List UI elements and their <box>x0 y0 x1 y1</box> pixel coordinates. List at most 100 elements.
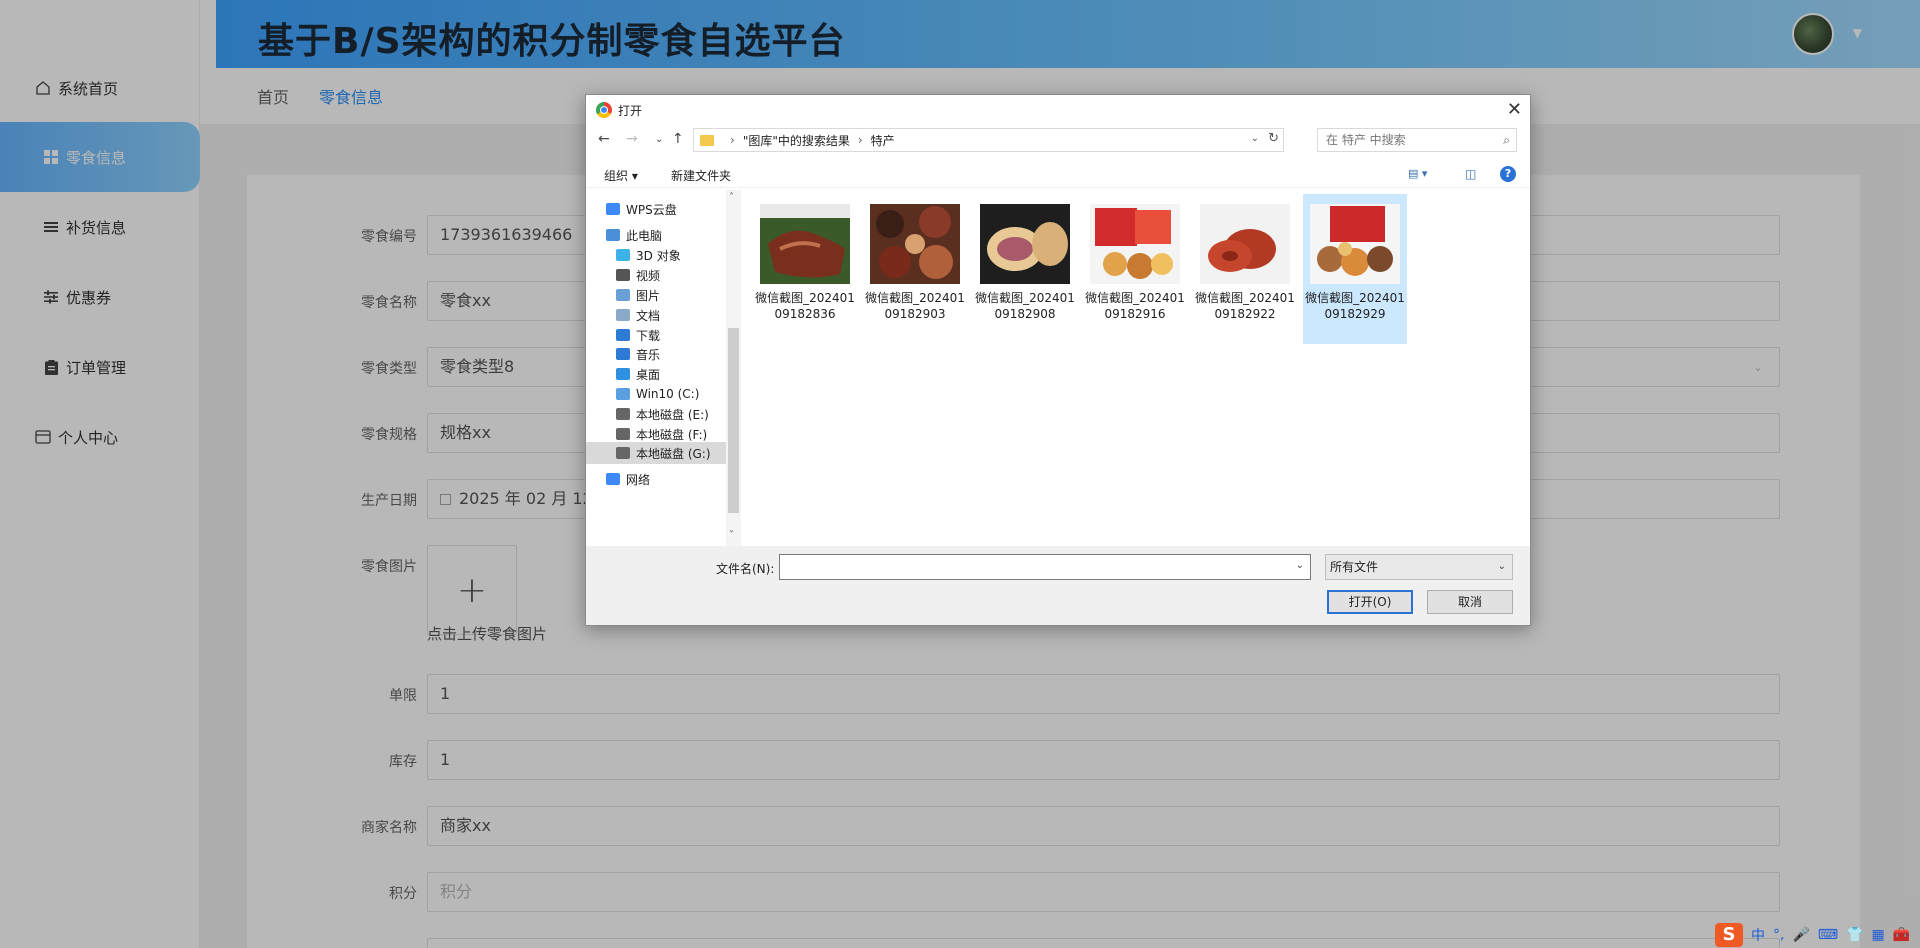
nav-item-label: 网络 <box>626 472 651 487</box>
help-icon[interactable]: ? <box>1500 166 1516 182</box>
nav-pane-item[interactable]: WPS云盘 <box>586 198 726 220</box>
dialog-title: 打开 <box>618 103 643 118</box>
scroll-down-icon[interactable]: ˅ <box>729 530 734 541</box>
forward-arrow-icon[interactable]: → <box>626 131 638 147</box>
ime-mode-toggle[interactable]: 中 <box>1751 925 1765 945</box>
nav-item-icon <box>616 428 630 440</box>
nav-pane-item[interactable]: 文档 <box>586 304 726 326</box>
file-thumbnail <box>1310 204 1400 284</box>
nav-item-icon <box>616 309 630 321</box>
recent-dropdown-icon[interactable]: ⌄ <box>655 134 663 145</box>
nav-pane-item[interactable]: Win10 (C:) <box>586 383 726 405</box>
nav-item-icon <box>616 408 630 420</box>
file-name: 微信截图_20240109182916 <box>1085 291 1185 321</box>
dialog-toolbar: 组织 ▾ 新建文件夹 ▤ ▾ ◫ ? <box>586 160 1530 188</box>
nav-pane-item[interactable]: 本地磁盘 (E:) <box>586 403 726 425</box>
nav-scrollbar[interactable]: ˄ ˅ <box>726 190 741 546</box>
file-name: 微信截图_20240109182836 <box>755 291 855 321</box>
file-thumbnail <box>980 204 1070 284</box>
nav-item-icon <box>606 229 620 241</box>
filetype-value: 所有文件 <box>1330 560 1379 574</box>
nav-item-icon <box>616 388 630 400</box>
nav-item-label: 音乐 <box>636 347 661 362</box>
chevron-down-icon[interactable]: ⌄ <box>1251 133 1259 144</box>
file-item[interactable]: 微信截图_20240109182908 <box>973 194 1077 344</box>
preview-pane-icon[interactable]: ◫ <box>1465 167 1476 181</box>
organize-button[interactable]: 组织 ▾ <box>604 167 638 184</box>
dialog-titlebar: 打开 ✕ <box>586 95 1530 125</box>
nav-item-label: 视频 <box>636 268 661 283</box>
path-separator-icon: › <box>857 133 863 147</box>
file-name: 微信截图_20240109182929 <box>1305 291 1405 321</box>
path-separator-icon: › <box>730 133 735 147</box>
nav-pane-item[interactable]: 桌面 <box>586 363 726 385</box>
file-thumbnail <box>760 204 850 284</box>
close-icon[interactable]: ✕ <box>1507 99 1522 120</box>
file-item[interactable]: 微信截图_20240109182922 <box>1193 194 1297 344</box>
scroll-up-icon[interactable]: ˄ <box>729 192 734 203</box>
up-arrow-icon[interactable]: ↑ <box>672 131 684 147</box>
sogou-ime-logo[interactable]: S <box>1715 922 1743 947</box>
toolbox-icon[interactable]: 🧰 <box>1893 927 1910 943</box>
nav-pane-item[interactable]: 图片 <box>586 284 726 306</box>
file-open-dialog: 打开 ✕ ← → ⌄ ↑ › "图库"中的搜索结果 › 特产 ⌄ ↻ 在 特产 … <box>585 94 1531 626</box>
nav-pane-item[interactable]: 本地磁盘 (G:) <box>586 442 726 464</box>
nav-item-label: 本地磁盘 (F:) <box>636 427 708 442</box>
nav-item-label: WPS云盘 <box>626 202 677 217</box>
skin-icon[interactable]: 👕 <box>1846 927 1863 943</box>
file-item-selected[interactable]: 微信截图_20240109182929 <box>1303 194 1407 344</box>
nav-item-label: 图片 <box>636 288 661 303</box>
chevron-down-icon[interactable]: ⌄ <box>1296 560 1304 571</box>
grid-icon[interactable]: ▦ <box>1872 927 1885 943</box>
nav-item-label: 此电脑 <box>626 228 663 243</box>
nav-item-icon <box>616 447 630 459</box>
keyboard-icon[interactable]: ⌨ <box>1818 927 1838 943</box>
chevron-down-icon: ⌄ <box>1497 561 1506 572</box>
nav-item-label: 本地磁盘 (E:) <box>636 407 709 422</box>
dialog-navbar: ← → ⌄ ↑ › "图库"中的搜索结果 › 特产 ⌄ ↻ 在 特产 中搜索 ⌕ <box>586 128 1530 154</box>
address-bar[interactable]: › "图库"中的搜索结果 › 特产 ⌄ ↻ <box>693 128 1284 152</box>
scroll-thumb[interactable] <box>728 328 739 513</box>
nav-item-icon <box>616 269 630 281</box>
open-button[interactable]: 打开(O) <box>1327 590 1413 614</box>
file-item[interactable]: 微信截图_20240109182916 <box>1083 194 1187 344</box>
view-mode-icon[interactable]: ▤ ▾ <box>1408 167 1427 180</box>
file-item[interactable]: 微信截图_20240109182903 <box>863 194 967 344</box>
refresh-icon[interactable]: ↻ <box>1268 131 1279 146</box>
search-placeholder: 在 特产 中搜索 <box>1326 133 1406 147</box>
search-icon: ⌕ <box>1503 133 1510 147</box>
nav-pane-item[interactable]: 此电脑 <box>586 224 726 246</box>
nav-pane-item[interactable]: 网络 <box>586 468 726 490</box>
nav-item-icon <box>616 249 630 261</box>
nav-pane-item[interactable]: 3D 对象 <box>586 244 726 266</box>
nav-pane-item[interactable]: 音乐 <box>586 343 726 365</box>
path-segment[interactable]: 特产 <box>871 132 895 149</box>
filename-input[interactable]: ⌄ <box>779 554 1311 580</box>
file-name: 微信截图_20240109182903 <box>865 291 965 321</box>
back-arrow-icon[interactable]: ← <box>598 131 610 147</box>
nav-item-icon <box>616 368 630 380</box>
chrome-icon <box>596 102 612 118</box>
nav-item-label: 桌面 <box>636 367 661 382</box>
new-folder-button[interactable]: 新建文件夹 <box>671 167 731 184</box>
punctuation-toggle[interactable]: °, <box>1773 927 1784 943</box>
nav-item-label: 本地磁盘 (G:) <box>636 446 711 461</box>
path-segment[interactable]: "图库"中的搜索结果 <box>743 132 850 149</box>
nav-item-label: Win10 (C:) <box>636 387 700 401</box>
file-thumbnail <box>1200 204 1290 284</box>
nav-item-icon <box>616 289 630 301</box>
nav-item-label: 文档 <box>636 308 661 323</box>
file-thumbnail <box>1090 204 1180 284</box>
file-name: 微信截图_20240109182922 <box>1195 291 1295 321</box>
file-item[interactable]: 微信截图_20240109182836 <box>753 194 857 344</box>
filetype-select[interactable]: 所有文件 ⌄ <box>1325 554 1513 580</box>
nav-item-icon <box>606 203 620 215</box>
ime-toolbar: S 中 °, 🎤 ⌨ 👕 ▦ 🧰 <box>1715 921 1920 948</box>
microphone-icon[interactable]: 🎤 <box>1792 927 1809 943</box>
nav-item-label: 3D 对象 <box>636 248 681 263</box>
nav-pane-item[interactable]: 视频 <box>586 264 726 286</box>
navigation-pane: WPS云盘 此电脑 3D 对象 视频 图片 文档 下载 音乐 桌面 Win10 (C:) 本地磁盘 … <box>586 190 741 546</box>
nav-item-icon <box>616 348 630 360</box>
search-input[interactable]: 在 特产 中搜索 ⌕ <box>1317 128 1517 152</box>
cancel-button[interactable]: 取消 <box>1427 590 1513 614</box>
